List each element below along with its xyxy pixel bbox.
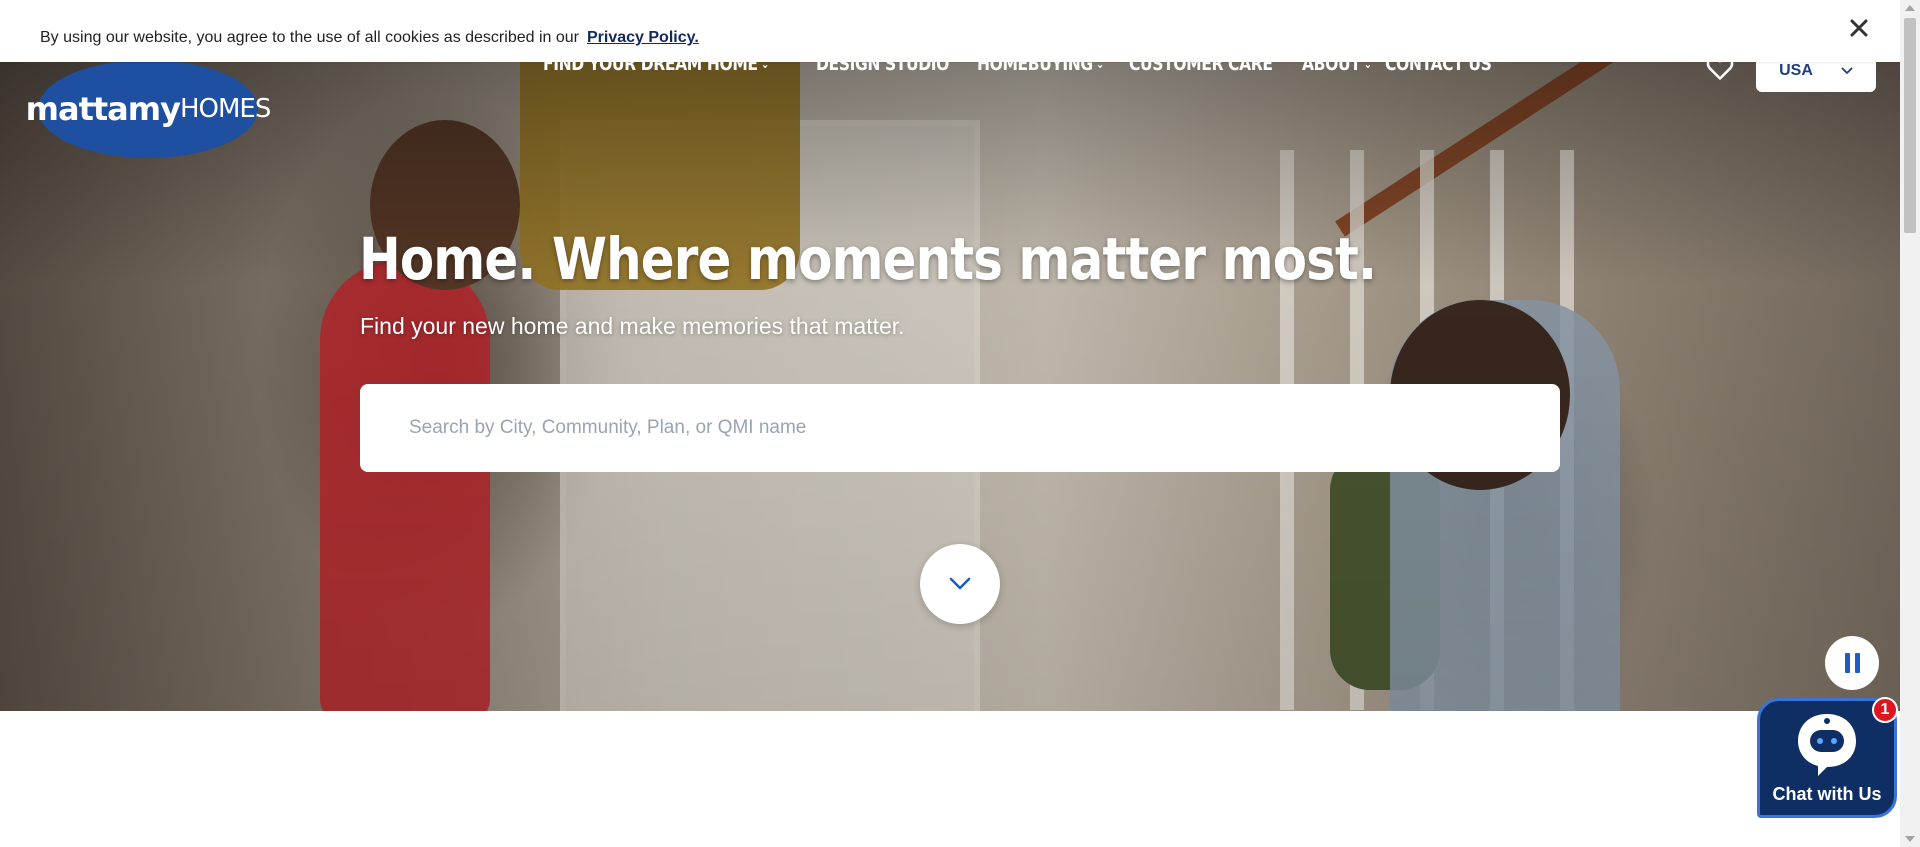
community-search-input[interactable] [360,384,1560,472]
chat-label: Chat with Us [1772,784,1882,804]
hero-section: mattamy HOMES FIND YOUR DREAM HOME ⌄ DESIG… [0,0,1900,711]
logo-text-light: HOMES [179,94,271,124]
close-icon [1850,19,1868,37]
chevron-down-icon [1841,67,1853,75]
privacy-policy-link[interactable]: Privacy Policy. [587,29,699,46]
cookie-close-button[interactable] [1846,15,1872,41]
cookie-banner: By using our website, you agree to the u… [0,0,1900,62]
scroll-down-button[interactable] [920,544,1000,624]
scroll-up-arrow-icon[interactable] [1905,5,1915,11]
chatbot-icon [1798,714,1856,776]
logo-text-bold: mattamy [25,90,181,128]
page-scrollbar[interactable] [1900,0,1920,847]
chevron-down-icon [949,577,971,590]
scrollbar-thumb[interactable] [1904,18,1916,233]
hero-headline: Home. Where moments matter most. [359,225,1377,293]
hero-subheadline: Find your new home and make memories tha… [360,313,905,339]
chat-widget-button[interactable]: Chat with Us 1 [1757,697,1898,818]
video-pause-button[interactable] [1825,636,1879,690]
chat-notification-badge: 1 [1872,697,1898,723]
cookie-message: By using our website, you agree to the u… [40,29,699,46]
mattamy-homes-logo[interactable]: mattamy HOMES [26,60,271,158]
country-select-value: USA [1779,62,1813,79]
scroll-down-arrow-icon[interactable] [1905,836,1915,842]
pause-icon [1844,653,1850,673]
